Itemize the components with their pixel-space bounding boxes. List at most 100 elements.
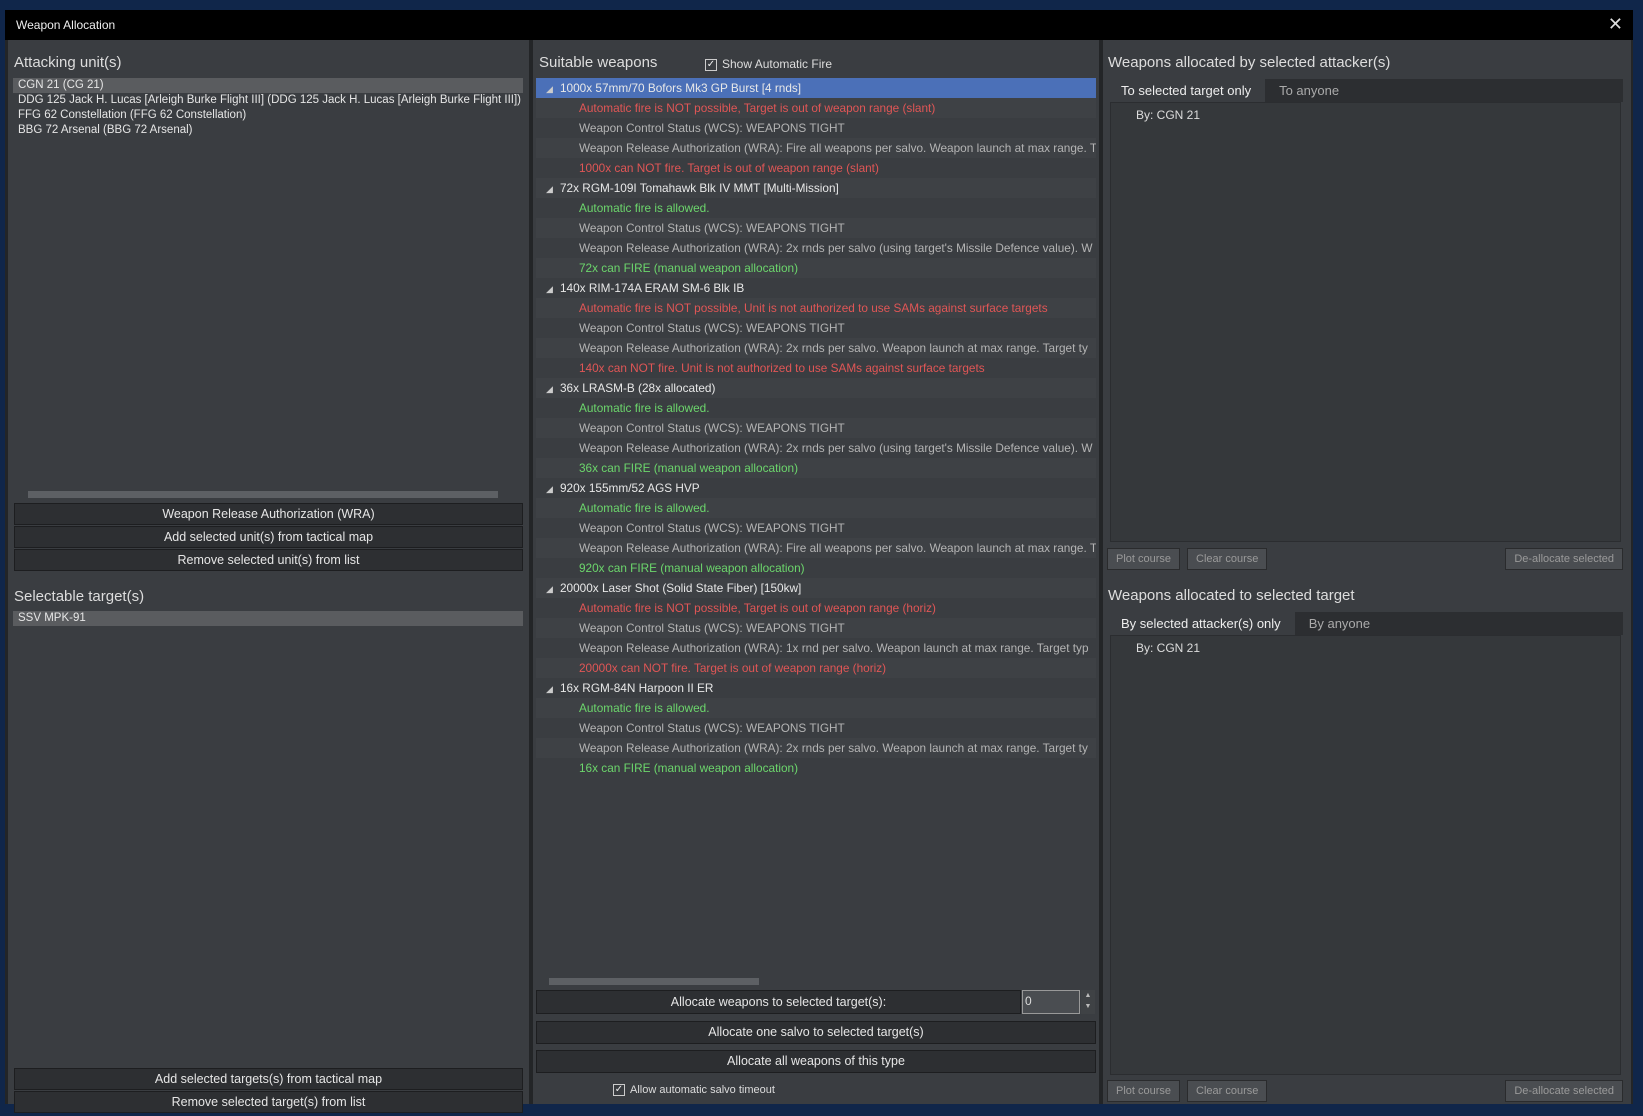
- weapons-tree[interactable]: ◢ 1000x 57mm/70 Bofors Mk3 GP Burst [4 rn…: [536, 78, 1096, 798]
- wra-button[interactable]: Weapon Release Authorization (WRA): [14, 503, 523, 525]
- weapon-name: 20000x Laser Shot (Solid State Fiber) [1…: [560, 581, 802, 595]
- window-title: Weapon Allocation: [16, 18, 116, 32]
- weapon-name: 140x RIM-174A ERAM SM-6 Blk IB: [560, 281, 745, 295]
- weapon-status-line[interactable]: Weapon Control Status (WCS): WEAPONS TIG…: [536, 518, 1096, 538]
- to-target-list[interactable]: By: CGN 21: [1110, 635, 1621, 1075]
- qty-stepper[interactable]: ▲ ▼: [1081, 990, 1095, 1014]
- stepper-up-icon[interactable]: ▲: [1081, 990, 1095, 1001]
- weapon-name: 16x RGM-84N Harpoon II ER: [560, 681, 714, 695]
- attackers-heading: Attacking unit(s): [14, 54, 122, 71]
- weapon-row[interactable]: ◢ 140x RIM-174A ERAM SM-6 Blk IB: [536, 278, 1096, 298]
- weapon-status-line[interactable]: Weapon Release Authorization (WRA): Fire…: [536, 538, 1096, 558]
- close-icon[interactable]: ✕: [1608, 14, 1623, 35]
- deallocate-button[interactable]: De-allocate selected: [1505, 1080, 1623, 1102]
- weapon-name: 920x 155mm/52 AGS HVP: [560, 481, 700, 495]
- collapse-triangle-icon[interactable]: ◢: [546, 279, 560, 298]
- allocation-item[interactable]: By: CGN 21: [1111, 636, 1620, 655]
- by-attacker-tabs: To selected target only To anyone: [1107, 79, 1623, 102]
- weapon-status-line[interactable]: Weapon Release Authorization (WRA): 2x r…: [536, 338, 1096, 358]
- weapon-status-line[interactable]: Automatic fire is allowed.: [536, 398, 1096, 418]
- weapon-status-line[interactable]: 16x can FIRE (manual weapon allocation): [536, 758, 1096, 778]
- attacker-item[interactable]: CGN 21 (CG 21): [13, 78, 523, 93]
- collapse-triangle-icon[interactable]: ◢: [546, 579, 560, 598]
- weapon-status-line[interactable]: 140x can NOT fire. Unit is not authorize…: [536, 358, 1096, 378]
- allocate-salvo-button[interactable]: Allocate one salvo to selected target(s): [536, 1021, 1096, 1044]
- scroll-thumb[interactable]: [549, 978, 759, 985]
- weapon-status-line[interactable]: Weapon Release Authorization (WRA): 2x r…: [536, 238, 1096, 258]
- attacker-item[interactable]: BBG 72 Arsenal (BBG 72 Arsenal): [13, 123, 523, 138]
- tab-to-selected-target[interactable]: To selected target only: [1107, 79, 1266, 102]
- weapon-row[interactable]: ◢ 16x RGM-84N Harpoon II ER: [536, 678, 1096, 698]
- collapse-triangle-icon[interactable]: ◢: [546, 479, 560, 498]
- weapon-status-line[interactable]: 72x can FIRE (manual weapon allocation): [536, 258, 1096, 278]
- allocation-item[interactable]: By: CGN 21: [1111, 103, 1620, 122]
- weapon-name: 36x LRASM-B (28x allocated): [560, 381, 716, 395]
- stepper-down-icon[interactable]: ▼: [1081, 1001, 1095, 1012]
- deallocate-button[interactable]: De-allocate selected: [1505, 548, 1623, 570]
- attacker-item[interactable]: DDG 125 Jack H. Lucas [Arleigh Burke Fli…: [13, 93, 523, 108]
- weapon-status-line[interactable]: Automatic fire is NOT possible, Unit is …: [536, 298, 1096, 318]
- weapon-status-line[interactable]: Weapon Release Authorization (WRA): 1x r…: [536, 638, 1096, 658]
- plot-course-button[interactable]: Plot course: [1107, 548, 1181, 570]
- add-targets-button[interactable]: Add selected targets(s) from tactical ma…: [14, 1068, 523, 1090]
- attacker-item[interactable]: FFG 62 Constellation (FFG 62 Constellati…: [13, 108, 523, 123]
- weapon-row[interactable]: ◢ 72x RGM-109I Tomahawk Blk IV MMT [Multi…: [536, 178, 1096, 198]
- weapon-status-line[interactable]: 920x can FIRE (manual weapon allocation): [536, 558, 1096, 578]
- attackers-list[interactable]: CGN 21 (CG 21) DDG 125 Jack H. Lucas [Ar…: [13, 78, 523, 138]
- by-attacker-list[interactable]: By: CGN 21: [1110, 102, 1621, 542]
- weapon-status-line[interactable]: Automatic fire is allowed.: [536, 698, 1096, 718]
- collapse-triangle-icon[interactable]: ◢: [546, 379, 560, 398]
- weapon-status-line[interactable]: Weapon Control Status (WCS): WEAPONS TIG…: [536, 418, 1096, 438]
- collapse-triangle-icon[interactable]: ◢: [546, 679, 560, 698]
- checkbox-check-icon[interactable]: ✓: [613, 1084, 625, 1097]
- remove-targets-button[interactable]: Remove selected target(s) from list: [14, 1091, 523, 1113]
- weapon-status-line[interactable]: Weapon Release Authorization (WRA): Fire…: [536, 138, 1096, 158]
- weapon-status-line[interactable]: 20000x can NOT fire. Target is out of we…: [536, 658, 1096, 678]
- allocate-weapons-button[interactable]: Allocate weapons to selected target(s):: [536, 990, 1021, 1014]
- right-panel: Weapons allocated by selected attacker(s…: [1103, 40, 1631, 1104]
- scroll-thumb[interactable]: [28, 491, 498, 498]
- weapon-status-line[interactable]: Weapon Control Status (WCS): WEAPONS TIG…: [536, 118, 1096, 138]
- show-auto-fire-checkbox[interactable]: ✓ Show Automatic Fire: [705, 57, 832, 71]
- allocate-all-button[interactable]: Allocate all weapons of this type: [536, 1050, 1096, 1073]
- weapon-row[interactable]: ◢ 1000x 57mm/70 Bofors Mk3 GP Burst [4 rn…: [536, 78, 1096, 98]
- tab-by-selected-attackers[interactable]: By selected attacker(s) only: [1107, 612, 1295, 635]
- to-target-tabs: By selected attacker(s) only By anyone: [1107, 612, 1623, 635]
- weapons-heading: Suitable weapons: [539, 54, 658, 71]
- plot-course-button[interactable]: Plot course: [1107, 1080, 1181, 1102]
- checkbox-check-icon[interactable]: ✓: [705, 58, 717, 71]
- weapon-row[interactable]: ◢ 920x 155mm/52 AGS HVP: [536, 478, 1096, 498]
- weapon-status-line[interactable]: 36x can FIRE (manual weapon allocation): [536, 458, 1096, 478]
- attackers-hscrollbar[interactable]: [18, 489, 523, 499]
- weapon-status-line[interactable]: Weapon Control Status (WCS): WEAPONS TIG…: [536, 318, 1096, 338]
- weapons-hscrollbar[interactable]: [541, 976, 1094, 986]
- collapse-triangle-icon[interactable]: ◢: [546, 179, 560, 198]
- weapon-status-line[interactable]: Automatic fire is allowed.: [536, 498, 1096, 518]
- left-panel: Attacking unit(s) CGN 21 (CG 21) DDG 125…: [8, 40, 529, 1113]
- weapon-row[interactable]: ◢ 36x LRASM-B (28x allocated): [536, 378, 1096, 398]
- weapon-status-line[interactable]: 1000x can NOT fire. Target is out of wea…: [536, 158, 1096, 178]
- weapon-status-line[interactable]: Automatic fire is allowed.: [536, 198, 1096, 218]
- weapon-status-line[interactable]: Weapon Control Status (WCS): WEAPONS TIG…: [536, 718, 1096, 738]
- weapon-status-line[interactable]: Weapon Release Authorization (WRA): 2x r…: [536, 738, 1096, 758]
- add-units-button[interactable]: Add selected unit(s) from tactical map: [14, 526, 523, 548]
- weapon-row[interactable]: ◢ 20000x Laser Shot (Solid State Fiber) […: [536, 578, 1096, 598]
- weapon-status-line[interactable]: Weapon Release Authorization (WRA): 2x r…: [536, 438, 1096, 458]
- clear-course-button[interactable]: Clear course: [1187, 1080, 1268, 1102]
- show-auto-fire-label: Show Automatic Fire: [722, 57, 833, 71]
- weapon-status-line[interactable]: Automatic fire is NOT possible, Target i…: [536, 98, 1096, 118]
- clear-course-button[interactable]: Clear course: [1187, 548, 1268, 570]
- target-item[interactable]: SSV MPK-91: [13, 611, 523, 626]
- weapon-status-line[interactable]: Automatic fire is NOT possible, Target i…: [536, 598, 1096, 618]
- salvo-timeout-checkbox[interactable]: ✓ Allow automatic salvo timeout: [613, 1084, 775, 1097]
- weapon-status-line[interactable]: Weapon Control Status (WCS): WEAPONS TIG…: [536, 618, 1096, 638]
- tab-to-anyone[interactable]: To anyone: [1265, 79, 1353, 102]
- title-bar[interactable]: Weapon Allocation ✕: [5, 10, 1633, 40]
- weapon-status-line[interactable]: Weapon Control Status (WCS): WEAPONS TIG…: [536, 218, 1096, 238]
- targets-list[interactable]: SSV MPK-91: [13, 611, 523, 626]
- collapse-triangle-icon[interactable]: ◢: [546, 79, 560, 98]
- tab-by-anyone[interactable]: By anyone: [1295, 612, 1384, 635]
- allocate-qty-input[interactable]: 0: [1022, 990, 1080, 1014]
- to-target-heading: Weapons allocated to selected target: [1108, 587, 1355, 604]
- remove-units-button[interactable]: Remove selected unit(s) from list: [14, 549, 523, 571]
